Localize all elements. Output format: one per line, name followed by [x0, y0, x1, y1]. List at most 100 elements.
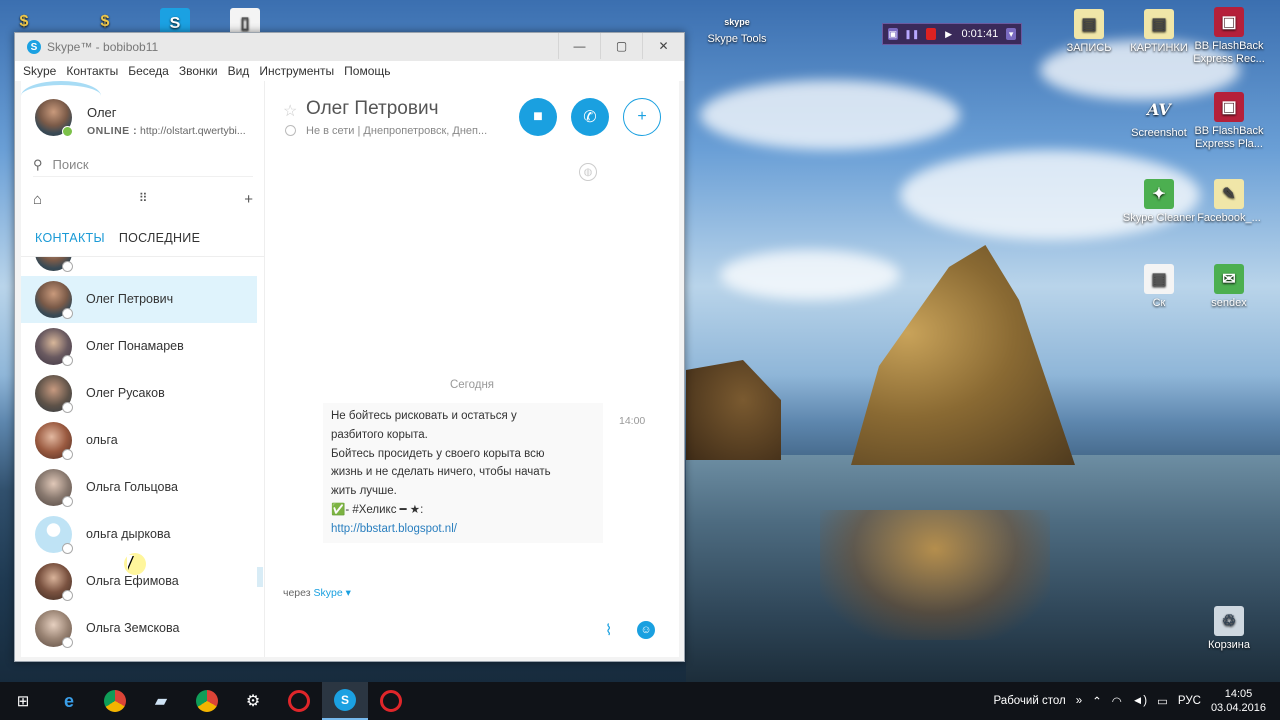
message-timestamp: 14:00: [619, 415, 646, 427]
desktop-icon-recycle-bin[interactable]: ♲ Корзина: [1191, 606, 1267, 652]
message-bubble: Не бойтесь рисковать и остаться у разбит…: [323, 403, 603, 543]
minimize-button[interactable]: —: [558, 33, 600, 59]
taskbar-chrome-2[interactable]: [184, 682, 230, 720]
tab-contacts[interactable]: КОНТАКТЫ: [35, 231, 105, 245]
menu-contacts[interactable]: Контакты: [66, 64, 118, 78]
offline-status-icon: [285, 125, 296, 136]
start-button[interactable]: ⊞: [0, 682, 46, 720]
language-indicator[interactable]: РУС: [1178, 695, 1201, 707]
audio-call-button[interactable]: ✆: [571, 98, 609, 136]
menu-view[interactable]: Вид: [228, 64, 250, 78]
taskbar-skype[interactable]: S: [322, 682, 368, 720]
taskbar-app[interactable]: ⚙: [230, 682, 276, 720]
list-item[interactable]: Олег Понамарев: [21, 323, 257, 370]
recorder-screen-icon[interactable]: ▣: [888, 28, 898, 40]
title-bar[interactable]: S Skype™ - bobibob11 — ▢ ✕: [15, 33, 684, 61]
offline-status-icon: [62, 402, 73, 413]
mouse-cursor-highlight: [124, 553, 146, 575]
message-link[interactable]: http://bbstart.blogspot.nl/: [331, 520, 595, 539]
menu-conversation[interactable]: Беседа: [128, 64, 169, 78]
emoticon-icon[interactable]: ☺: [637, 621, 655, 639]
wallpaper-rock-small: [686, 360, 781, 460]
desktop-icon-sk[interactable]: ▤ Ск: [1121, 264, 1197, 310]
desktop-icon-skype-tools[interactable]: skype Skype Tools: [699, 14, 775, 46]
taskbar-chrome[interactable]: [92, 682, 138, 720]
menu-calls[interactable]: Звонки: [179, 64, 218, 78]
desktop-icon-facebook[interactable]: ✎ Facebook_...: [1191, 179, 1267, 225]
network-icon[interactable]: ◠: [1112, 694, 1122, 708]
volume-icon[interactable]: ◄): [1132, 695, 1147, 707]
tab-recent[interactable]: ПОСЛЕДНИЕ: [119, 231, 200, 245]
video-camera-icon: ■: [533, 108, 543, 125]
chat-title: Олег Петрович: [306, 98, 439, 119]
taskbar-notes[interactable]: ▰: [138, 682, 184, 720]
menu-skype[interactable]: Skype: [23, 64, 56, 78]
contact-location: Не в сети | Днепропетровск, Днеп...: [306, 125, 488, 137]
profile-header[interactable]: Олег ONLINE : http://olstart.qwertybi...: [21, 81, 265, 149]
wallpaper-cloud: [720, 250, 900, 300]
skype-icon: S: [334, 689, 356, 711]
contact-name: Ольга Земскова: [86, 621, 180, 635]
menu-help[interactable]: Помощь: [344, 64, 390, 78]
desktop-icon-screenshot[interactable]: AV Screenshot: [1121, 94, 1197, 140]
list-item[interactable]: Олег Петрович: [21, 276, 257, 323]
add-people-button[interactable]: +: [623, 98, 661, 136]
list-item[interactable]: ольга дыркова: [21, 511, 257, 558]
recorder-menu-icon[interactable]: ▾: [1006, 28, 1017, 40]
list-item[interactable]: Олег Русаков: [21, 370, 257, 417]
search-icon: ⚲: [33, 156, 43, 172]
video-call-button[interactable]: ■: [519, 98, 557, 136]
day-separator: Сегодня: [449, 379, 495, 391]
stop-icon[interactable]: [925, 28, 936, 40]
home-icon[interactable]: ⌂: [33, 191, 42, 208]
play-icon[interactable]: ▶: [944, 28, 954, 40]
menu-tools[interactable]: Инструменты: [259, 64, 334, 78]
desktop-icon-label: Screenshot: [1131, 127, 1187, 139]
clock[interactable]: 14:05 03.04.2016: [1211, 687, 1266, 715]
desktop-icon-sendex[interactable]: ✉ sendex: [1191, 264, 1267, 310]
list-item[interactable]: ольга: [21, 417, 257, 464]
globe-icon[interactable]: ◍: [579, 163, 597, 181]
maximize-button[interactable]: ▢: [600, 33, 642, 59]
offline-status-icon: [62, 496, 73, 507]
desktop-icon-zapis[interactable]: ▤ ЗАПИСЬ: [1051, 9, 1127, 55]
desktop-icon-label: BB FlashBack Express Rec...: [1193, 40, 1265, 65]
document-icon: ▤: [1144, 264, 1174, 294]
add-user-icon: +: [637, 108, 647, 125]
favorite-star-icon[interactable]: ☆: [283, 101, 297, 121]
list-item[interactable]: Ольга Земскова: [21, 605, 257, 652]
pause-icon[interactable]: ❚❚: [904, 28, 919, 40]
contact-list-scrollbar[interactable]: [257, 567, 263, 587]
chevron-up-icon[interactable]: ⌃: [1092, 694, 1102, 708]
bbflashback-icon: ▣: [1214, 7, 1244, 37]
taskbar-opera[interactable]: [276, 682, 322, 720]
send-via-selector[interactable]: через Skype ▾: [283, 587, 351, 599]
gear-icon: ⚙: [245, 693, 261, 710]
keyboard-icon[interactable]: ▭: [1157, 694, 1168, 708]
contact-name: ольга дыркова: [86, 527, 171, 541]
desktop-toolbar-label[interactable]: Рабочий стол: [994, 695, 1066, 707]
via-prefix: через: [283, 587, 311, 599]
profile-status[interactable]: ONLINE : http://olstart.qwertybi...: [87, 125, 246, 137]
recorder-toolbar: ▣ ❚❚ ▶ 0:01:41 ▾: [882, 23, 1022, 45]
message-line: Не бойтесь рисковать и остаться у: [331, 410, 517, 422]
list-item[interactable]: [21, 257, 257, 276]
add-icon[interactable]: +: [244, 191, 253, 208]
status-label: ONLINE :: [87, 125, 138, 137]
offline-status-icon: [62, 308, 73, 319]
taskbar-opera-2[interactable]: [368, 682, 414, 720]
desktop-icon-bbflashback-rec[interactable]: ▣ BB FlashBack Express Rec...: [1191, 7, 1267, 66]
paperclip-icon[interactable]: ⌇: [605, 621, 612, 639]
list-item[interactable]: Ольга Гольцова: [21, 464, 257, 511]
toolbar-expand-icon[interactable]: »: [1076, 695, 1082, 707]
desktop-icon-label: sendex: [1211, 297, 1247, 309]
message-line: жизнь и не сделать ничего, чтобы начать: [331, 466, 551, 479]
desktop-icon-skype-cleaner[interactable]: ✦ Skype Cleaner: [1121, 179, 1197, 225]
desktop-icon-bbflashback-play[interactable]: ▣ BB FlashBack Express Pla...: [1191, 92, 1267, 151]
search-box[interactable]: ⚲ Поиск: [33, 153, 253, 177]
windows-logo-icon: ⊞: [16, 693, 30, 710]
close-button[interactable]: ✕: [642, 33, 684, 59]
dialpad-icon[interactable]: ⠿: [139, 191, 148, 208]
taskbar-edge[interactable]: e: [46, 682, 92, 720]
desktop-icon-kartinki[interactable]: ▤ КАРТИНКИ: [1121, 9, 1197, 55]
